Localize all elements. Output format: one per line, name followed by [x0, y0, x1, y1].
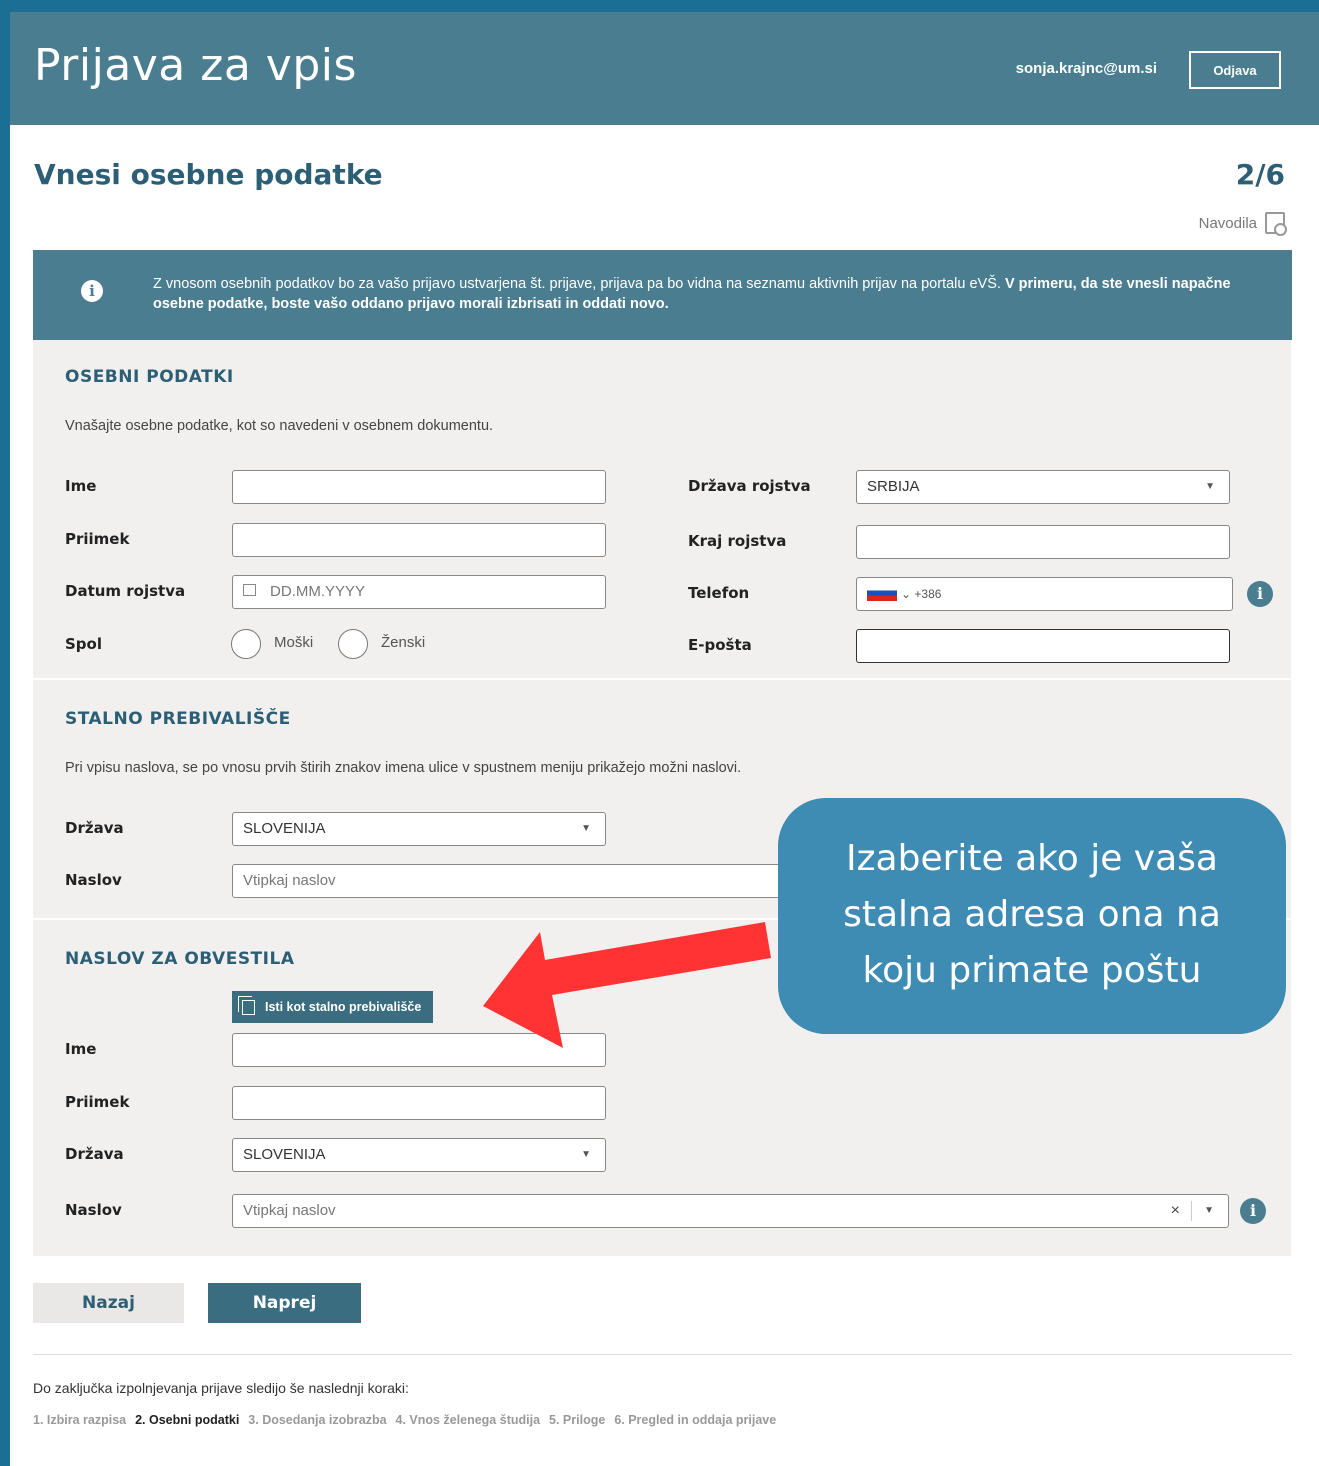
callout-line: koju primate poštu	[862, 950, 1202, 991]
callout-line: stalna adresa ona na	[843, 894, 1221, 935]
annotation-callout: Izaberite ako je vaša stalna adresa ona …	[778, 798, 1286, 1034]
annotation-arrow	[483, 922, 771, 1048]
callout-line: Izaberite ako je vaša	[846, 838, 1218, 879]
red-arrow-icon	[483, 922, 771, 1048]
